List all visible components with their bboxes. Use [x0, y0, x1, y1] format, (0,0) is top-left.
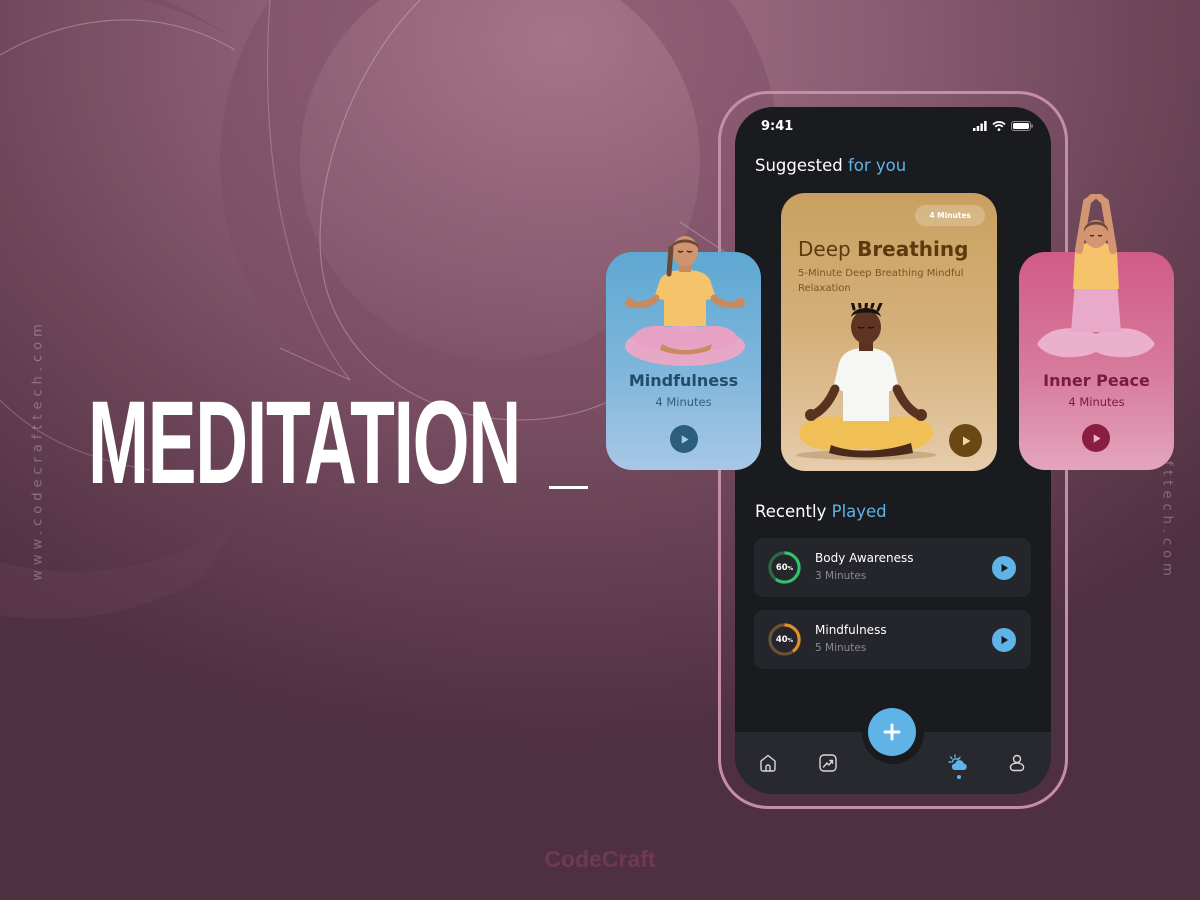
progress-value: 60	[775, 562, 788, 573]
progress-unit: %	[787, 565, 794, 572]
play-icon	[1093, 433, 1101, 443]
recent-heading-text: Recently	[755, 502, 827, 521]
card-duration: 4 Minutes	[1068, 395, 1125, 409]
featured-session-card[interactable]: 4 Minutes Deep Breathing 5-Minute Deep B…	[781, 193, 997, 471]
featured-title-light: Deep	[798, 237, 851, 261]
add-icon	[883, 723, 901, 741]
play-icon	[962, 436, 970, 445]
recent-play-button[interactable]	[992, 556, 1016, 580]
featured-title: Deep Breathing	[798, 237, 968, 261]
brand-logo: CodeCraft	[544, 846, 656, 872]
card-title: Mindfulness	[628, 371, 739, 390]
progress-label: 40%	[767, 622, 802, 657]
suggested-heading: Suggested for you	[755, 156, 906, 175]
wifi-icon	[992, 121, 1006, 131]
progress-label: 60%	[767, 550, 802, 585]
card-title: Inner Peace	[1043, 371, 1150, 390]
featured-title-bold: Breathing	[857, 237, 969, 261]
hero-cursor	[549, 486, 588, 489]
meditating-man-illustration	[796, 303, 936, 460]
recent-item[interactable]: 60% Body Awareness 3 Minutes	[754, 538, 1031, 597]
play-icon	[1001, 563, 1009, 573]
profile-icon[interactable]	[1006, 752, 1028, 774]
weather-icon[interactable]	[947, 752, 969, 774]
add-button[interactable]	[868, 708, 916, 756]
recent-heading-accent: Played	[831, 502, 887, 521]
card-play-button[interactable]	[670, 425, 698, 453]
status-icons	[973, 121, 1033, 131]
recent-item-title: Mindfulness	[815, 623, 887, 637]
suggested-card-mindfulness[interactable]: Mindfulness 4 Minutes	[606, 236, 761, 470]
battery-icon	[1011, 121, 1033, 131]
play-icon	[1001, 635, 1009, 645]
phone-screen: 9:41 Suggested for you 4 Minutes Deep Br…	[735, 107, 1051, 794]
hero-title: MEDITATION	[88, 377, 521, 509]
card-duration: 4 Minutes	[655, 395, 712, 409]
suggested-heading-text: Suggested	[755, 156, 843, 175]
progress-unit: %	[787, 637, 794, 644]
chart-icon[interactable]	[817, 752, 839, 774]
recent-item-duration: 5 Minutes	[815, 642, 867, 654]
recent-item-title: Body Awareness	[815, 551, 914, 565]
status-time: 9:41	[761, 119, 794, 134]
meditating-woman-illustration	[625, 236, 745, 366]
suggested-heading-accent: for you	[847, 156, 907, 175]
signal-icon	[973, 121, 987, 131]
featured-play-button[interactable]	[949, 424, 982, 457]
progress-value: 40	[775, 634, 788, 645]
featured-subtitle: 5-Minute Deep Breathing Mindful Relaxati…	[798, 268, 964, 294]
suggested-card-inner-peace[interactable]: Inner Peace 4 Minutes	[1019, 194, 1174, 470]
play-icon	[681, 434, 689, 444]
yoga-woman-illustration	[1037, 194, 1155, 358]
website-url-left: www.codecrafttech.com	[30, 319, 46, 581]
card-play-button[interactable]	[1082, 424, 1110, 452]
recent-item-duration: 3 Minutes	[815, 570, 867, 582]
recent-item[interactable]: 40% Mindfulness 5 Minutes	[754, 610, 1031, 669]
recent-heading: Recently Played	[755, 502, 887, 521]
home-icon[interactable]	[757, 752, 779, 774]
duration-badge: 4 Minutes	[915, 205, 985, 226]
recent-play-button[interactable]	[992, 628, 1016, 652]
active-tab-indicator	[957, 775, 961, 779]
